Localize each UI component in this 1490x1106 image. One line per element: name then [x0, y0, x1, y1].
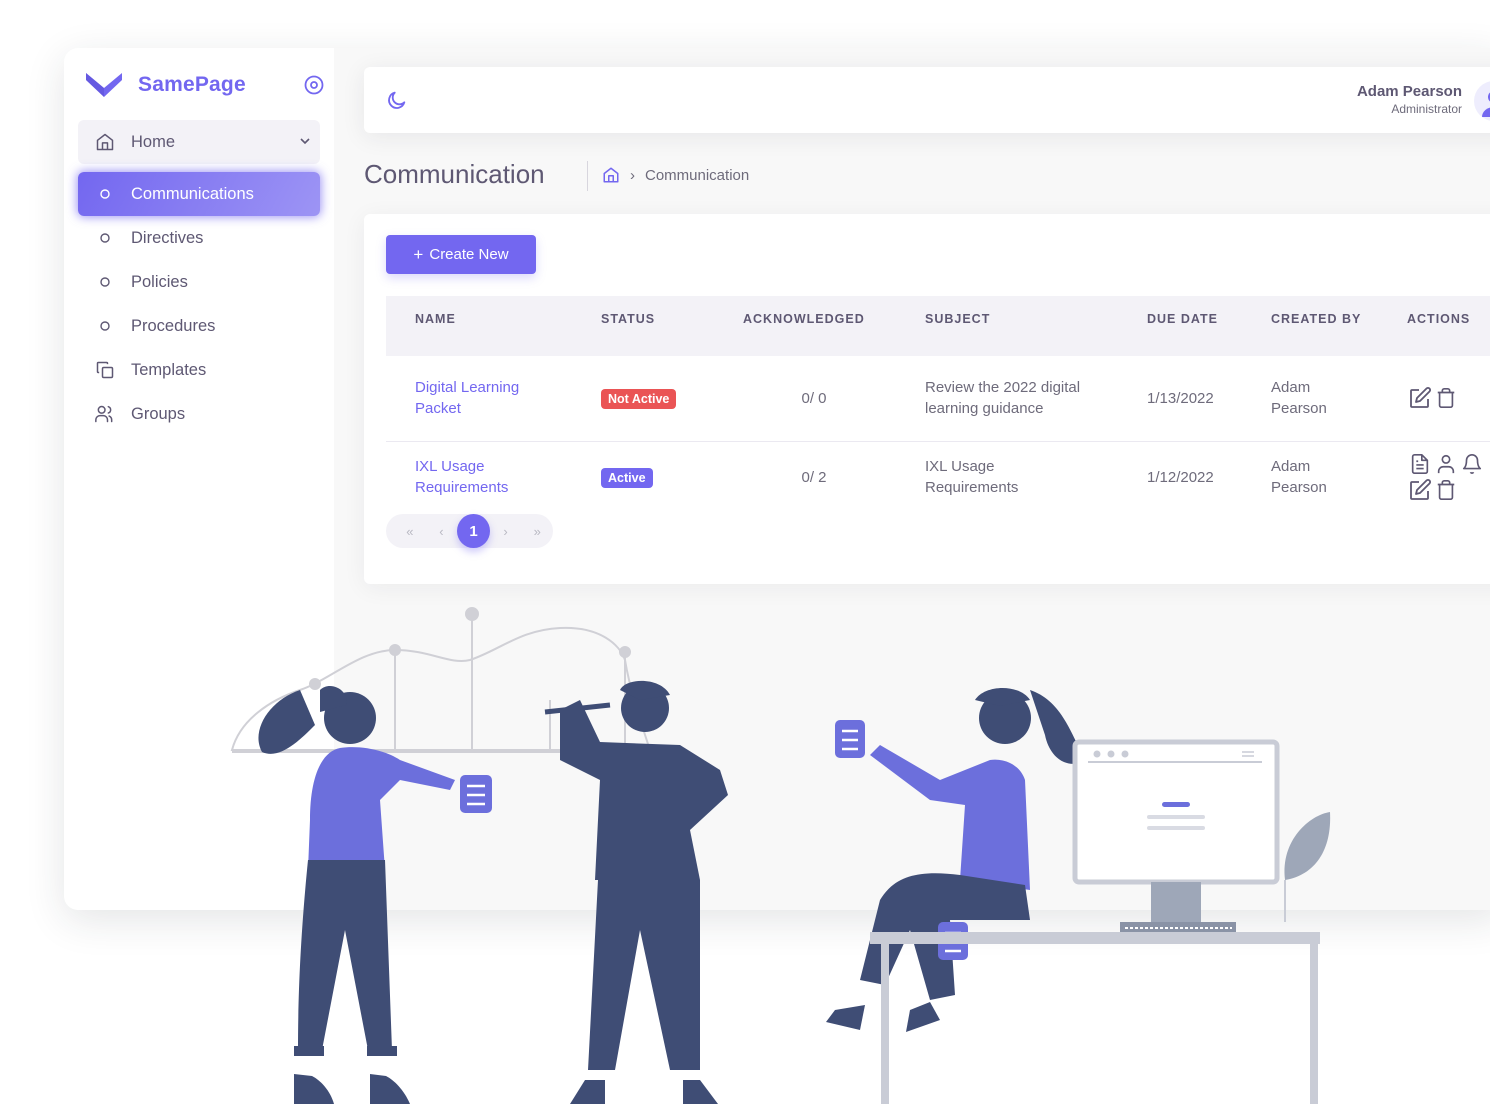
sidebar-item-policies[interactable]: Policies: [78, 260, 320, 304]
cell-created-by: Adam Pearson: [1271, 379, 1327, 418]
cell-acknowledged: 0/ 2: [801, 468, 827, 486]
breadcrumb-divider: [587, 161, 588, 191]
copy-icon: [94, 359, 116, 381]
bell-icon[interactable]: [1459, 452, 1485, 476]
chevron-right-icon: ›: [630, 166, 635, 184]
user-avatar-icon: [1482, 92, 1490, 117]
sidebar-item-label: Directives: [131, 228, 204, 247]
file-text-icon[interactable]: [1407, 452, 1433, 476]
column-header-due-date-label: DUE DATE: [1147, 312, 1218, 326]
create-new-button[interactable]: + Create New: [386, 235, 536, 274]
column-header-due-date[interactable]: DUE DATE: [1147, 296, 1271, 356]
user-role: Administrator: [1391, 102, 1462, 116]
user-icon[interactable]: [1433, 452, 1459, 476]
cell-actions: [1407, 356, 1490, 441]
app-window: SamePage Home Communications Directives …: [64, 48, 1490, 910]
sidebar-item-templates[interactable]: Templates: [78, 348, 320, 392]
row-actions: [1407, 386, 1490, 410]
circle-icon: [94, 315, 116, 337]
chevron-down-icon: [300, 138, 310, 145]
communications-table: NAME STATUS ACKNOWLEDGED SUBJECT DUE DAT…: [386, 296, 1490, 513]
sidebar-item-label: Procedures: [131, 316, 216, 335]
sidebar-item-label: Groups: [131, 404, 186, 423]
screenshot-stage: SamePage Home Communications Directives …: [0, 0, 1490, 1106]
moon-icon[interactable]: [386, 89, 408, 111]
sidebar-item-procedures[interactable]: Procedures: [78, 304, 320, 348]
sidebar-item-home[interactable]: Home: [78, 120, 320, 164]
row-actions: [1407, 452, 1490, 502]
circle-icon: [94, 183, 116, 205]
sidebar-nav: Home Communications Directives Policies …: [78, 120, 320, 436]
cell-subject: IXL Usage Requirements: [925, 458, 1019, 497]
column-header-status[interactable]: STATUS: [601, 296, 743, 356]
breadcrumb: › Communication: [602, 166, 749, 184]
cell-name: Digital Learning Packet: [386, 356, 601, 441]
brand[interactable]: SamePage: [84, 70, 324, 100]
brand-name: SamePage: [138, 73, 246, 96]
pagination-prev[interactable]: ‹: [426, 514, 458, 548]
communication-link[interactable]: Digital Learning Packet: [415, 379, 519, 417]
circle-icon: [94, 227, 116, 249]
user-info[interactable]: Adam Pearson Administrator: [1357, 83, 1462, 116]
pagination: « ‹ 1 › »: [386, 514, 553, 548]
column-header-subject[interactable]: SUBJECT: [925, 296, 1147, 356]
sidebar-item-label: Policies: [131, 272, 188, 291]
cell-due-date: 1/13/2022: [1147, 389, 1214, 407]
pagination-current-page[interactable]: 1: [457, 514, 490, 548]
column-header-created-by-label: CREATED BY: [1271, 312, 1362, 326]
home-icon: [94, 131, 116, 153]
trash-icon[interactable]: [1433, 478, 1459, 502]
trash-icon[interactable]: [1433, 386, 1459, 410]
table-header-row: NAME STATUS ACKNOWLEDGED SUBJECT DUE DAT…: [386, 296, 1490, 356]
cell-acknowledged: 0/ 0: [801, 389, 827, 407]
status-badge: Active: [601, 467, 653, 488]
cell-subject: Review the 2022 digital learning guidanc…: [925, 379, 1081, 418]
user-name: Adam Pearson: [1356, 83, 1462, 100]
cell-actions: [1407, 441, 1490, 513]
avatar[interactable]: [1474, 81, 1490, 121]
breadcrumb-current: Communication: [645, 166, 750, 184]
pagination-last[interactable]: »: [521, 514, 553, 548]
column-header-acknowledged[interactable]: ACKNOWLEDGED: [743, 296, 925, 356]
sidebar-item-communications[interactable]: Communications: [78, 172, 320, 216]
table-row: Digital Learning Packet Not Active 0/ 0 …: [386, 356, 1490, 441]
brand-logo-icon: [86, 73, 122, 97]
top-navbar: Adam Pearson Administrator: [364, 67, 1490, 133]
plus-icon: +: [413, 244, 424, 264]
sidebar-item-label: Home: [131, 132, 176, 151]
column-header-actions: ACTIONS: [1407, 312, 1471, 326]
sidebar: SamePage Home Communications Directives …: [64, 48, 334, 910]
cell-created-by: Adam Pearson: [1271, 458, 1327, 497]
page-title: Communication: [364, 159, 545, 189]
edit-icon[interactable]: [1407, 478, 1433, 502]
table-row: IXL Usage Requirements Active 0/ 2 IXL U…: [386, 441, 1490, 513]
cell-name: IXL Usage Requirements: [386, 441, 601, 513]
create-new-label: Create New: [429, 246, 509, 263]
pagination-next[interactable]: ›: [490, 514, 522, 548]
sidebar-item-label: Communications: [131, 184, 254, 203]
circle-icon: [94, 271, 116, 293]
communications-card: + Create New NAME STATUS ACKNOWLEDGED SU…: [364, 214, 1490, 584]
sidebar-item-directives[interactable]: Directives: [78, 216, 320, 260]
sidebar-toggle-icon[interactable]: [304, 75, 324, 95]
cell-status: Active: [601, 441, 743, 513]
column-header-name[interactable]: NAME: [386, 296, 601, 356]
status-badge: Not Active: [601, 388, 677, 409]
sidebar-item-label: Templates: [131, 360, 207, 379]
users-icon: [94, 403, 116, 425]
sidebar-item-groups[interactable]: Groups: [78, 392, 320, 436]
breadcrumb-home-icon[interactable]: [602, 166, 620, 184]
cell-status: Not Active: [601, 356, 743, 441]
column-header-created-by[interactable]: CREATED BY: [1271, 296, 1407, 356]
cell-due-date: 1/12/2022: [1147, 468, 1214, 486]
pagination-first[interactable]: «: [394, 514, 426, 548]
communication-link[interactable]: IXL Usage Requirements: [415, 458, 508, 496]
edit-icon[interactable]: [1407, 386, 1433, 410]
